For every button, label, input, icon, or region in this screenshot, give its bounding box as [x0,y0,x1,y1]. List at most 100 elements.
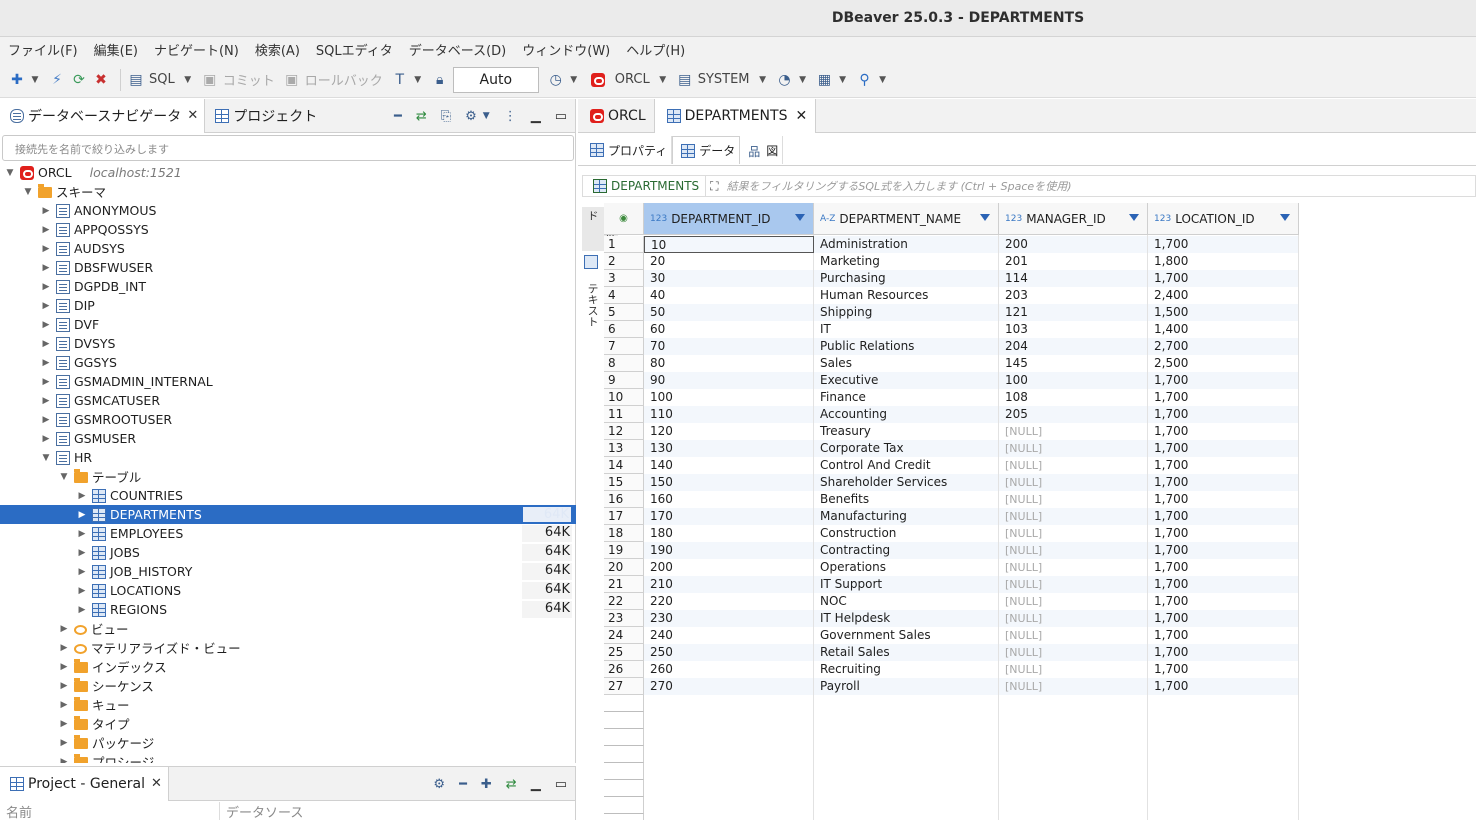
chevron-down-icon[interactable]: ▼ [4,168,16,178]
row-number[interactable]: 1 [604,236,644,253]
collapse-all-icon[interactable]: ━ [394,109,402,124]
grid-cell[interactable]: IT Helpdesk [814,610,999,627]
tab-departments[interactable]: DEPARTMENTS ✕ [653,98,817,133]
schema-selector[interactable]: SYSTEM [698,72,750,87]
grid-cell[interactable]: [NULL] [999,610,1148,627]
column-header-manager-id[interactable]: 123 MANAGER_ID [999,203,1148,235]
tree-schema-dgpdb_int[interactable]: ▶ DGPDB_INT [0,277,576,296]
grid-cell[interactable]: [NULL] [999,644,1148,661]
select-all-icon[interactable]: ◉ [604,203,644,235]
sort-dropdown-icon[interactable] [1129,214,1139,221]
chevron-right-icon[interactable]: ▶ [40,434,52,444]
row-number[interactable]: 20 [604,559,644,576]
tools-dropdown[interactable]: ▼ [838,71,848,89]
grid-cell[interactable]: 170 [644,508,814,525]
tree-schema-gsmadmin_internal[interactable]: ▶ GSMADMIN_INTERNAL [0,372,576,391]
chevron-right-icon[interactable]: ▶ [76,605,88,615]
grid-cell[interactable]: 203 [999,287,1148,304]
table-row[interactable]: 4 40 Human Resources 203 2,400 [604,287,1299,304]
grid-cell[interactable]: 1,700 [1148,389,1299,406]
chevron-right-icon[interactable]: ▶ [40,282,52,292]
grid-cell[interactable]: 10 [644,236,814,253]
row-number[interactable]: 2 [604,253,644,270]
chevron-right-icon[interactable]: ▶ [40,301,52,311]
tree-schema-gsmrootuser[interactable]: ▶ GSMROOTUSER [0,410,576,429]
column-header-location-id[interactable]: 123 LOCATION_ID [1148,203,1299,235]
chevron-right-icon[interactable]: ▶ [76,548,88,558]
row-number[interactable]: 17 [604,508,644,525]
new-connection-dropdown[interactable]: ▼ [30,71,40,89]
table-row[interactable]: 1 10 Administration 200 1,700 [604,236,1299,253]
table-row[interactable]: 8 80 Sales 145 2,500 [604,355,1299,372]
grid-cell[interactable]: IT Support [814,576,999,593]
menu-item[interactable]: データベース(D) [409,40,507,59]
chevron-right-icon[interactable]: ▶ [58,643,70,653]
tree-connection-orcl[interactable]: ▼ ORCL localhost:1521 [0,163,576,182]
grid-cell[interactable]: IT [814,321,999,338]
grid-cell[interactable]: [NULL] [999,423,1148,440]
expand-filter-icon[interactable]: ⛶ [706,179,722,194]
tree-folder-item[interactable]: ▶ シーケンス [0,676,576,695]
grid-cell[interactable]: 1,700 [1148,525,1299,542]
row-number[interactable]: 22 [604,593,644,610]
chevron-right-icon[interactable]: ▶ [58,738,70,748]
grid-cell[interactable]: 90 [644,372,814,389]
grid-cell[interactable]: [NULL] [999,457,1148,474]
schema-dropdown[interactable]: ▼ [758,71,768,89]
row-number[interactable]: 7 [604,338,644,355]
chevron-right-icon[interactable]: ▶ [58,700,70,710]
chevron-right-icon[interactable]: ▶ [58,662,70,672]
grid-cell[interactable]: 190 [644,542,814,559]
grid-cell[interactable]: 114 [999,270,1148,287]
configure-icon[interactable]: ⚙ [465,109,477,124]
grid-cell[interactable]: 20 [644,253,814,270]
grid-cell[interactable]: Payroll [814,678,999,695]
chevron-right-icon[interactable]: ▶ [40,377,52,387]
maximize-icon[interactable]: ▭ [555,777,567,792]
row-number[interactable]: 23 [604,610,644,627]
maximize-icon[interactable]: ▭ [555,109,567,124]
text-view-tab[interactable]: テキスト [582,281,602,329]
grid-cell[interactable]: 240 [644,627,814,644]
grid-cell[interactable]: 1,700 [1148,406,1299,423]
grid-cell[interactable]: 1,700 [1148,644,1299,661]
grid-cell[interactable]: 1,700 [1148,270,1299,287]
grid-cell[interactable]: [NULL] [999,661,1148,678]
grid-cell[interactable]: [NULL] [999,678,1148,695]
row-number[interactable]: 16 [604,491,644,508]
table-row[interactable]: 26 260 Recruiting [NULL] 1,700 [604,661,1299,678]
chevron-right-icon[interactable]: ▶ [76,586,88,596]
collapse-all-icon[interactable]: ━ [459,777,467,792]
disconnect-icon[interactable]: ✖ [92,71,110,89]
grid-cell[interactable]: Construction [814,525,999,542]
transaction-mode-box[interactable]: Auto [452,66,539,93]
chevron-right-icon[interactable]: ▶ [40,339,52,349]
tree-folder-item[interactable]: ▶ キュー [0,695,576,714]
row-number[interactable]: 6 [604,321,644,338]
grid-cell[interactable]: 121 [999,304,1148,321]
grid-cell[interactable]: [NULL] [999,559,1148,576]
grid-cell[interactable]: Operations [814,559,999,576]
grid-cell[interactable]: 220 [644,593,814,610]
grid-cell[interactable]: 50 [644,304,814,321]
grid-cell[interactable]: Manufacturing [814,508,999,525]
grid-cell[interactable]: 130 [644,440,814,457]
grid-cell[interactable]: Accounting [814,406,999,423]
expand-icon[interactable]: ✚ [481,777,492,792]
menu-item[interactable]: 検索(A) [255,40,300,59]
grid-cell[interactable]: 2,700 [1148,338,1299,355]
chevron-right-icon[interactable]: ▶ [76,529,88,539]
table-row[interactable]: 27 270 Payroll [NULL] 1,700 [604,678,1299,695]
chevron-right-icon[interactable]: ▶ [40,320,52,330]
grid-cell[interactable]: 1,800 [1148,253,1299,270]
menu-item[interactable]: ナビゲート(N) [154,40,239,59]
grid-cell[interactable]: 1,700 [1148,661,1299,678]
grid-cell[interactable]: 1,700 [1148,627,1299,644]
column-header-department-name[interactable]: A-Z DEPARTMENT_NAME [814,203,999,235]
menu-item[interactable]: 編集(E) [94,40,138,59]
grid-cell[interactable]: Finance [814,389,999,406]
row-number[interactable]: 12 [604,423,644,440]
column-header-department-id[interactable]: 123 DEPARTMENT_ID [644,203,814,235]
grid-cell[interactable]: 1,700 [1148,610,1299,627]
grid-cell[interactable]: Public Relations [814,338,999,355]
